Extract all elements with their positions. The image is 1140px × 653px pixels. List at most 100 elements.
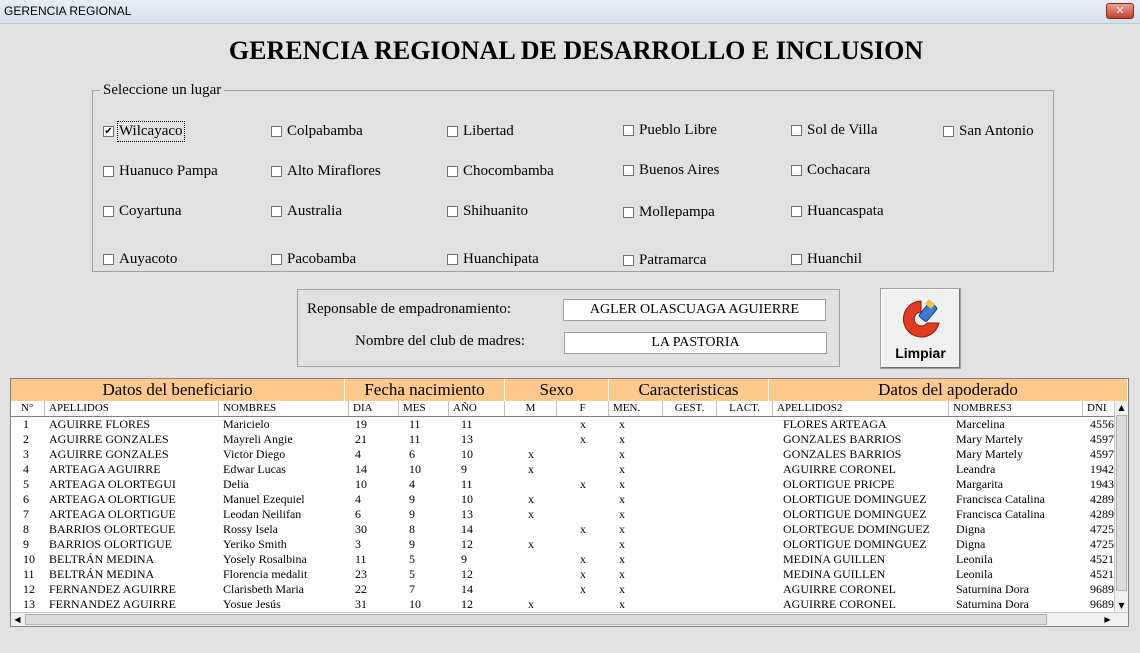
scroll-up-icon[interactable]: ▲ bbox=[1115, 401, 1128, 414]
table-cell: 9 bbox=[461, 462, 467, 476]
lugar-checkbox[interactable]: Auyacoto bbox=[103, 251, 177, 268]
scroll-down-icon[interactable]: ▼ bbox=[1115, 599, 1128, 612]
grid-group-header-cell: Datos del apoderado bbox=[769, 379, 1128, 401]
checkbox-unchecked-icon[interactable] bbox=[623, 165, 634, 176]
vertical-scroll-thumb[interactable] bbox=[1116, 415, 1127, 591]
lugar-checkbox[interactable]: Huanchil bbox=[791, 251, 862, 268]
horizontal-scroll-thumb[interactable] bbox=[25, 614, 1047, 625]
horizontal-scrollbar[interactable]: ◀ ▶ bbox=[11, 612, 1128, 626]
lugar-checkbox-label: Coyartuna bbox=[119, 203, 182, 219]
table-cell: BARRIOS OLORTIGUE bbox=[49, 537, 172, 551]
checkbox-unchecked-icon[interactable] bbox=[447, 166, 458, 177]
checkbox-unchecked-icon[interactable] bbox=[791, 165, 802, 176]
table-cell: 11 bbox=[409, 417, 421, 431]
lugar-checkbox-label: Auyacoto bbox=[119, 251, 178, 267]
lugar-checkbox[interactable]: Chocombamba bbox=[447, 163, 554, 180]
table-row[interactable]: 6 ARTEAGA OLORTIGUE Manuel Ezequiel 4 9 10 x x O… bbox=[11, 492, 1115, 507]
lugar-checkbox[interactable]: Huanchipata bbox=[447, 251, 539, 268]
table-row[interactable]: 13 FERNANDEZ AGUIRRE Yosue Jesús 31 10 12 x x AG… bbox=[11, 597, 1115, 612]
table-row[interactable]: 12 FERNANDEZ AGUIRRE Clarisbeth Maria 22 7 14… bbox=[11, 582, 1115, 597]
lugar-checkbox[interactable]: Pacobamba bbox=[271, 251, 356, 268]
lugar-checkbox[interactable]: Colpabamba bbox=[271, 123, 363, 140]
table-row[interactable]: 7 ARTEAGA OLORTIGUE Leodan Neilifan 6 9 13 x x O… bbox=[11, 507, 1115, 522]
checkbox-unchecked-icon[interactable] bbox=[791, 254, 802, 265]
club-field[interactable]: LA PASTORIA bbox=[564, 332, 827, 354]
checkbox-unchecked-icon[interactable] bbox=[271, 254, 282, 265]
checkbox-unchecked-icon[interactable] bbox=[791, 125, 802, 136]
lugar-checkbox[interactable]: Alto Miraflores bbox=[271, 163, 381, 180]
grid-column-header-cell[interactable]: DIA bbox=[349, 401, 399, 416]
checkbox-unchecked-icon[interactable] bbox=[943, 126, 954, 137]
vertical-scrollbar[interactable]: ▲ ▼ bbox=[1114, 401, 1128, 612]
grid-group-header-cell: Fecha nacimiento bbox=[345, 379, 505, 401]
table-cell: FERNANDEZ AGUIRRE bbox=[49, 582, 177, 596]
grid-column-header-cell[interactable]: NOMBRES bbox=[219, 401, 349, 416]
grid-column-header-cell[interactable]: NOMBRES3 bbox=[949, 401, 1083, 416]
responsable-field[interactable]: AGLER OLASCUAGA AGUIERRE bbox=[563, 299, 826, 321]
lugar-checkbox[interactable]: Huanuco Pampa bbox=[103, 163, 218, 180]
lugar-checkbox[interactable]: Coyartuna bbox=[103, 203, 181, 220]
checkbox-unchecked-icon[interactable] bbox=[103, 206, 114, 217]
table-cell: Yosely Rosalbina bbox=[223, 552, 307, 566]
table-cell: 2 bbox=[23, 432, 29, 446]
grid-column-header-cell[interactable]: DNI bbox=[1083, 401, 1115, 416]
checkbox-unchecked-icon[interactable] bbox=[447, 126, 458, 137]
table-row[interactable]: 4 ARTEAGA AGUIRRE Edwar Lucas 14 10 9 x x AGUIRR… bbox=[11, 462, 1115, 477]
grid-column-header-cell[interactable]: LACT. bbox=[717, 401, 773, 416]
table-cell: 13 bbox=[23, 597, 35, 611]
table-row[interactable]: 1 AGUIRRE FLORES Maricielo 19 11 11 x x FLORES A… bbox=[11, 417, 1115, 432]
checkbox-unchecked-icon[interactable] bbox=[791, 206, 802, 217]
checkbox-unchecked-icon[interactable] bbox=[271, 206, 282, 217]
checkbox-unchecked-icon[interactable] bbox=[623, 255, 634, 266]
table-row[interactable]: 10 BELTRÁN MEDINA Yosely Rosalbina 11 5 9 x x ME… bbox=[11, 552, 1115, 567]
checkbox-unchecked-icon[interactable] bbox=[447, 206, 458, 217]
table-row[interactable]: 8 BARRIOS OLORTEGUE Rossy Isela 30 8 14 x x OLOR… bbox=[11, 522, 1115, 537]
grid-column-header-cell[interactable]: M bbox=[505, 401, 557, 416]
grid-column-header-cell[interactable]: APELLIDOS2 bbox=[773, 401, 949, 416]
checkbox-checked-icon[interactable]: ✔ bbox=[103, 126, 114, 137]
lugar-checkbox[interactable]: Huancaspata bbox=[791, 203, 884, 220]
checkbox-unchecked-icon[interactable] bbox=[271, 126, 282, 137]
lugar-checkbox[interactable]: Pueblo Libre bbox=[623, 122, 717, 139]
lugar-checkbox[interactable]: Cochacara bbox=[791, 162, 870, 179]
table-row[interactable]: 11 BELTRÁN MEDINA Florencia medalit 23 5 12 x x… bbox=[11, 567, 1115, 582]
scroll-right-icon[interactable]: ▶ bbox=[1101, 613, 1114, 626]
checkbox-unchecked-icon[interactable] bbox=[103, 166, 114, 177]
lugar-checkbox[interactable]: ✔ Wilcayaco bbox=[103, 121, 185, 142]
lugar-checkbox-label: Sol de Villa bbox=[807, 122, 878, 138]
lugar-checkbox-label: Libertad bbox=[463, 123, 514, 139]
checkbox-unchecked-icon[interactable] bbox=[623, 125, 634, 136]
scroll-left-icon[interactable]: ◀ bbox=[11, 613, 24, 626]
table-row[interactable]: 9 BARRIOS OLORTIGUE Yeriko Smith 3 9 12 x x OLOR… bbox=[11, 537, 1115, 552]
grid-column-header-cell[interactable]: AÑO bbox=[449, 401, 505, 416]
checkbox-unchecked-icon[interactable] bbox=[271, 166, 282, 177]
limpiar-button[interactable]: Limpiar bbox=[880, 288, 961, 369]
grid-column-header-cell[interactable]: MES bbox=[399, 401, 449, 416]
lugar-checkbox[interactable]: Mollepampa bbox=[623, 204, 715, 221]
window-title: GERENCIA REGIONAL bbox=[4, 4, 132, 18]
lugar-checkbox[interactable]: Australia bbox=[271, 203, 342, 220]
table-cell: 4289 bbox=[1090, 492, 1114, 506]
grid-column-header-cell[interactable]: MEN. bbox=[609, 401, 663, 416]
table-row[interactable]: 3 AGUIRRE GONZALES Victor Diego 4 6 10 x x GONZA… bbox=[11, 447, 1115, 462]
lugar-checkbox[interactable]: San Antonio bbox=[943, 123, 1034, 140]
lugar-checkbox[interactable]: Patramarca bbox=[623, 252, 706, 269]
lugar-checkbox[interactable]: Shihuanito bbox=[447, 203, 528, 220]
table-cell: x bbox=[619, 462, 625, 476]
beneficiaries-grid[interactable]: Datos del beneficiario Fecha nacimiento Se… bbox=[10, 378, 1129, 627]
table-row[interactable]: 2 AGUIRRE GONZALES Mayreli Angie 21 11 13 x x GO… bbox=[11, 432, 1115, 447]
grid-column-header-cell[interactable]: F bbox=[557, 401, 609, 416]
lugar-checkbox[interactable]: Buenos Aires bbox=[623, 162, 719, 179]
checkbox-unchecked-icon[interactable] bbox=[447, 254, 458, 265]
checkbox-unchecked-icon[interactable] bbox=[103, 254, 114, 265]
checkbox-unchecked-icon[interactable] bbox=[623, 207, 634, 218]
table-cell: x bbox=[528, 462, 534, 476]
lugar-checkbox[interactable]: Sol de Villa bbox=[791, 122, 878, 139]
grid-column-header-cell[interactable]: GEST. bbox=[663, 401, 717, 416]
grid-column-header-cell[interactable]: APELLIDOS bbox=[45, 401, 219, 416]
close-button[interactable]: ✕ bbox=[1106, 3, 1134, 19]
table-row[interactable]: 5 ARTEAGA OLORTEGUI Delia 10 4 11 x x OLORTIGUE … bbox=[11, 477, 1115, 492]
lugar-checkbox[interactable]: Libertad bbox=[447, 123, 514, 140]
table-cell: 9 bbox=[409, 537, 415, 551]
grid-column-header-cell[interactable]: N° bbox=[11, 401, 45, 416]
